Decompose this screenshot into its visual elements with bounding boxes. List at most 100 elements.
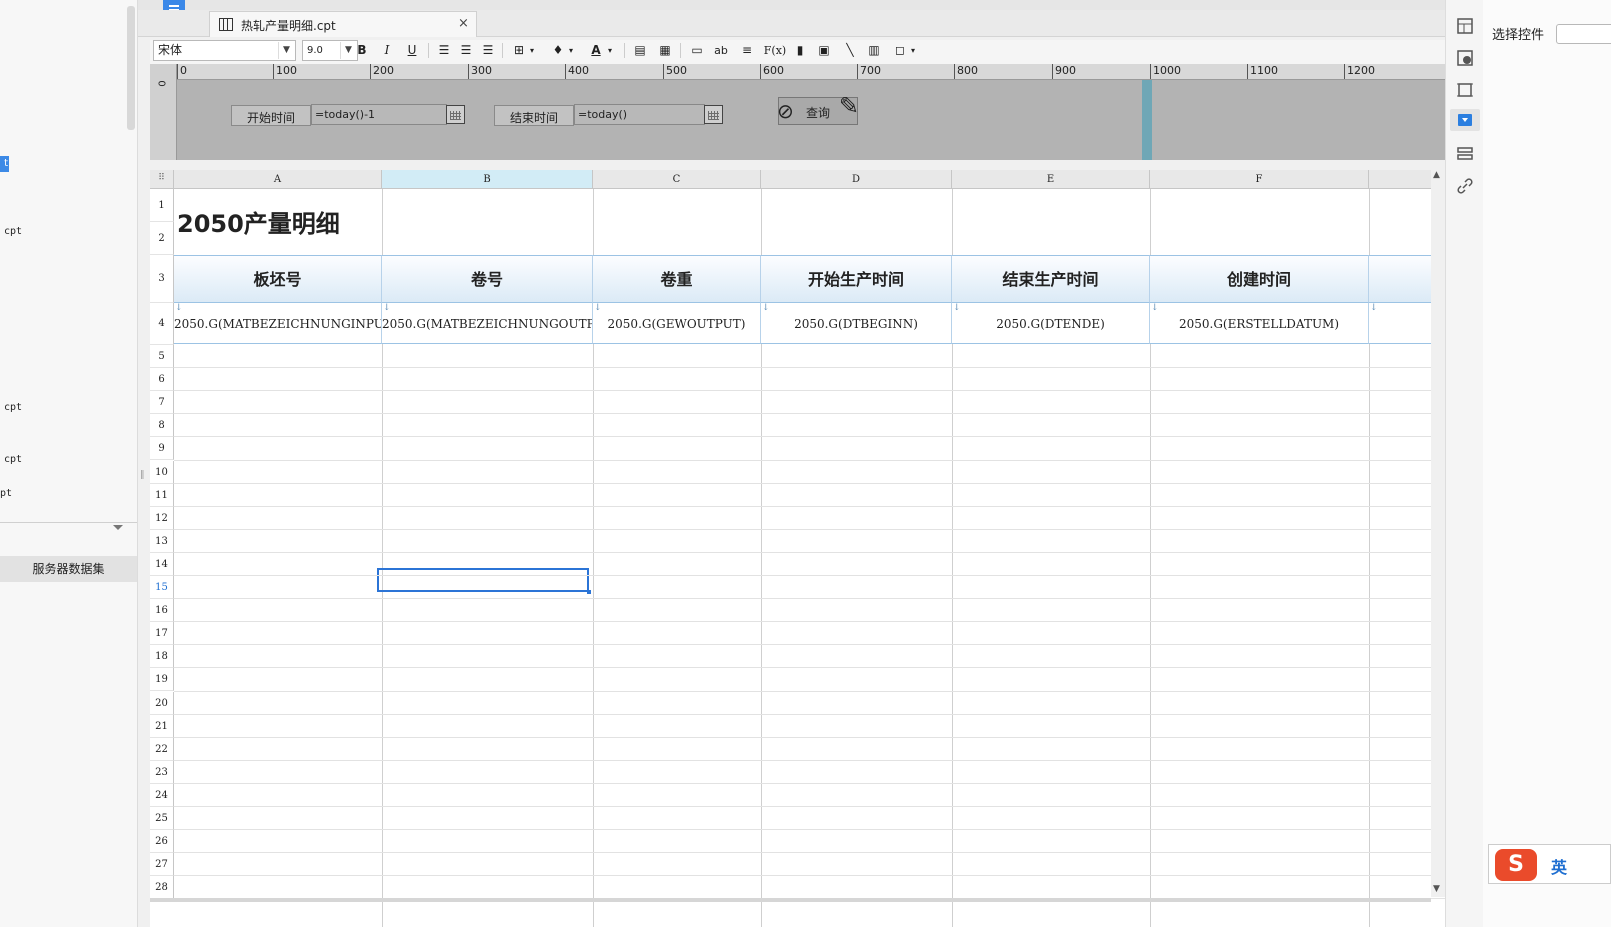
template-tree-item[interactable]: pt xyxy=(0,488,12,499)
start-time-label[interactable]: 开始时间 xyxy=(231,105,311,126)
template-tree-item[interactable]: cpt xyxy=(4,402,22,413)
file-tab[interactable]: 热轧产量明细.cpt × xyxy=(209,11,477,37)
chart-icon[interactable]: ▮ xyxy=(790,40,810,61)
column-header-b[interactable]: B xyxy=(382,170,593,189)
row-header[interactable]: 7 xyxy=(150,391,174,415)
template-tree-selected-item[interactable]: t xyxy=(0,156,9,172)
row-header[interactable]: 4 xyxy=(150,303,174,345)
row-header[interactable]: 11 xyxy=(150,483,174,507)
widget-type-select[interactable] xyxy=(1556,24,1611,44)
template-tree-scrollbar[interactable] xyxy=(127,6,135,130)
template-tree-item[interactable]: cpt xyxy=(4,226,22,237)
chevron-down-icon[interactable]: ▾ xyxy=(522,40,542,61)
row-header[interactable]: 26 xyxy=(150,830,174,854)
row-header[interactable]: 22 xyxy=(150,737,174,761)
row-header[interactable]: 3 xyxy=(150,255,174,303)
ime-logo-icon[interactable]: S xyxy=(1495,849,1537,881)
edit-pencil-icon[interactable]: ✎ xyxy=(839,94,859,118)
sub-report-icon[interactable]: ▥ xyxy=(864,40,884,61)
template-tree-item[interactable]: cpt xyxy=(4,454,22,465)
row-header[interactable]: 16 xyxy=(150,599,174,623)
row-header[interactable]: 9 xyxy=(150,437,174,461)
dataset-cell[interactable]: ↓ 2050.G(MATBEZEICHNUNGOUTPUT) xyxy=(382,303,593,344)
dataset-cell[interactable]: ↓ 2050.G(MATBEZEICHNUNGINPUT) xyxy=(174,303,382,344)
collapse-arrow-icon[interactable] xyxy=(113,525,123,530)
row-header[interactable]: 20 xyxy=(150,691,174,715)
row-header[interactable]: 23 xyxy=(150,760,174,784)
parameter-pane-resize-handle[interactable] xyxy=(1142,80,1152,160)
column-header-c[interactable]: C xyxy=(593,170,761,189)
formula-button[interactable]: F(x) xyxy=(762,40,788,61)
row-header[interactable]: 19 xyxy=(150,668,174,692)
row-header[interactable]: 6 xyxy=(150,368,174,392)
header-cell[interactable]: 卷重 xyxy=(593,255,761,303)
row-header[interactable]: 2 xyxy=(150,222,174,255)
header-cell[interactable]: 开始生产时间 xyxy=(761,255,952,303)
align-center-icon[interactable]: ☰ xyxy=(456,40,476,61)
report-grid[interactable]: ⠿ A B C D E F 1 2 3 4 2050产量明细 板坯号 卷号 卷重… xyxy=(150,170,1466,927)
row-header[interactable]: 1 xyxy=(150,189,174,222)
row-header[interactable]: 8 xyxy=(150,414,174,438)
query-button[interactable]: ⊘ 查询 ✎ xyxy=(777,94,859,125)
vertical-scrollbar[interactable]: ▲ ▼ xyxy=(1431,170,1445,897)
end-time-label[interactable]: 结束时间 xyxy=(494,105,574,126)
widget-settings-icon[interactable] xyxy=(1450,109,1480,131)
chevron-down-icon[interactable]: ▾ xyxy=(903,40,923,61)
column-header-d[interactable]: D xyxy=(761,170,952,189)
slash-icon[interactable]: ╲ xyxy=(840,40,860,61)
row-header[interactable]: 28 xyxy=(150,876,174,900)
ime-toolbar[interactable]: S 英 xyxy=(1488,844,1611,884)
bold-button[interactable]: B xyxy=(352,40,372,61)
row-header[interactable]: 13 xyxy=(150,529,174,553)
close-tab-icon[interactable]: × xyxy=(458,16,469,31)
end-time-input[interactable]: =today() xyxy=(574,104,705,125)
hyperlink-icon[interactable] xyxy=(1456,177,1474,195)
row-header[interactable]: 14 xyxy=(150,552,174,576)
scroll-down-icon[interactable]: ▼ xyxy=(1433,884,1440,894)
float-element-icon[interactable] xyxy=(1456,81,1474,99)
row-header[interactable]: 5 xyxy=(150,345,174,369)
select-all-corner[interactable]: ⠿ xyxy=(150,170,174,189)
calendar-icon[interactable] xyxy=(704,105,723,124)
row-header[interactable]: 18 xyxy=(150,645,174,669)
dataset-cell[interactable]: ↓ 2050.G(DTENDE) xyxy=(952,303,1150,344)
text-abbr-button[interactable]: ab xyxy=(711,40,731,61)
chevron-down-icon[interactable]: ▾ xyxy=(561,40,581,61)
image-icon[interactable]: ▣ xyxy=(814,40,834,61)
header-cell[interactable]: 板坯号 xyxy=(174,255,382,303)
start-time-input[interactable]: =today()-1 xyxy=(311,104,447,125)
align-right-icon[interactable]: ☰ xyxy=(478,40,498,61)
header-cell[interactable]: 卷号 xyxy=(382,255,593,303)
row-header[interactable]: 10 xyxy=(150,460,174,484)
row-header[interactable]: 15 xyxy=(150,576,174,600)
dataset-cell[interactable]: ↓ 2050.G(GEWOUTPUT) xyxy=(593,303,761,344)
dataset-cell[interactable]: ↓ 2050.G(ERSTELLDATUM) xyxy=(1150,303,1369,344)
chevron-down-icon[interactable]: ▾ xyxy=(600,40,620,61)
horizontal-scrollbar[interactable] xyxy=(150,898,1431,902)
cell-attribute-icon[interactable] xyxy=(1456,17,1474,35)
calendar-icon[interactable] xyxy=(446,105,465,124)
row-header[interactable]: 25 xyxy=(150,807,174,831)
row-header[interactable]: 27 xyxy=(150,853,174,877)
insert-row-icon[interactable]: ▭ xyxy=(687,40,707,61)
column-header-f[interactable]: F xyxy=(1150,170,1369,189)
splitter-handle[interactable]: ‖ xyxy=(140,470,145,480)
chevron-down-icon[interactable]: ▼ xyxy=(278,42,294,59)
selected-cell[interactable] xyxy=(377,568,591,594)
condition-attribute-icon[interactable] xyxy=(1456,145,1474,163)
header-cell[interactable]: 结束生产时间 xyxy=(952,255,1150,303)
italic-button[interactable]: I xyxy=(377,40,397,61)
scroll-up-icon[interactable]: ▲ xyxy=(1433,170,1440,180)
row-header[interactable]: 12 xyxy=(150,506,174,530)
font-size-select[interactable]: 9.0 ▼ xyxy=(302,40,358,61)
header-cell[interactable]: 创建时间 xyxy=(1150,255,1369,303)
column-header-e[interactable]: E xyxy=(952,170,1150,189)
dataset-cell[interactable]: ↓ 2050.G(DTBEGINN) xyxy=(761,303,952,344)
underline-button[interactable]: U xyxy=(402,40,422,61)
cell-element-icon[interactable] xyxy=(1456,49,1474,67)
server-dataset-tab[interactable]: 服务器数据集 xyxy=(0,556,137,582)
align-left-icon[interactable]: ☰ xyxy=(434,40,454,61)
wrap-text-icon[interactable]: ≡ xyxy=(737,40,757,61)
panel-divider[interactable] xyxy=(0,522,137,534)
unmerge-cells-icon[interactable]: ▦ xyxy=(655,40,675,61)
